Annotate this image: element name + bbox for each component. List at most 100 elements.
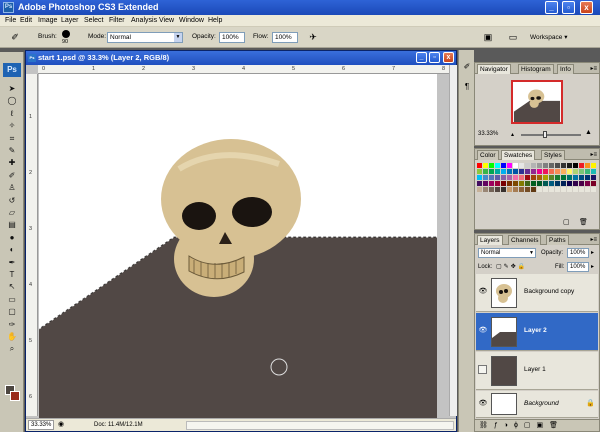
crop-tool-icon[interactable]: ⌗ <box>6 134 18 144</box>
notes-tool-icon[interactable]: ▢ <box>6 307 18 317</box>
tab-navigator[interactable]: Navigator <box>477 64 511 74</box>
blend-mode-select[interactable]: Normal ▼ <box>478 248 536 258</box>
menu-filter[interactable]: Filter <box>109 16 125 26</box>
vertical-scrollbar[interactable] <box>449 65 457 416</box>
file-browser-icon[interactable]: ▭ <box>506 31 520 44</box>
slice-tool-icon[interactable]: ✎ <box>6 146 18 156</box>
app-title: Adobe Photoshop CS3 Extended <box>18 2 159 12</box>
menu-image[interactable]: Image <box>38 16 57 26</box>
new-swatch-icon[interactable]: ▢ <box>563 218 570 226</box>
workspace-menu[interactable]: Workspace ▾ <box>530 33 567 41</box>
tab-swatches[interactable]: Swatches <box>501 150 536 160</box>
clone-stamp-tool-icon[interactable]: ♙ <box>6 183 18 193</box>
flow-input[interactable]: 100% <box>272 32 298 43</box>
lasso-tool-icon[interactable]: ℓ <box>6 109 18 119</box>
tab-info[interactable]: Info <box>557 64 574 74</box>
layer-name: Layer 1 <box>524 366 546 373</box>
ps-logo[interactable]: Ps <box>3 63 21 77</box>
navigator-zoom[interactable]: 33.33% <box>478 131 498 137</box>
gradient-tool-icon[interactable]: ▤ <box>6 220 18 230</box>
tab-histogram[interactable]: Histogram <box>518 64 554 74</box>
minimize-button[interactable]: _ <box>545 1 558 14</box>
airbrush-icon[interactable]: ✈ <box>306 31 320 44</box>
shape-tool-icon[interactable]: ▭ <box>6 295 18 305</box>
layer-row-layer-1[interactable]: Layer 1 <box>476 352 598 390</box>
lock-options-icon[interactable]: ▢✎✥🔒 <box>496 263 527 270</box>
panel-menu-icon[interactable]: ▸≡ <box>590 65 597 72</box>
navigator-zoom-slider[interactable] <box>521 131 581 138</box>
doc-size-info[interactable]: Doc: 11.4M/12.1M <box>94 422 143 428</box>
menu-window[interactable]: Window <box>179 16 204 26</box>
eye-icon[interactable]: 👁 <box>478 326 488 336</box>
palette-well-icon[interactable]: ▣ <box>481 31 495 44</box>
tab-paths[interactable]: Paths <box>546 235 569 245</box>
brush-preset-icon[interactable]: ✐ <box>8 31 22 44</box>
canvas[interactable] <box>39 74 437 419</box>
menu-analysis[interactable]: Analysis <box>131 16 157 26</box>
eraser-tool-icon[interactable]: ▱ <box>6 208 18 218</box>
zoom-level-input[interactable]: 33.33% <box>28 420 54 430</box>
menu-select[interactable]: Select <box>84 16 103 26</box>
brushes-palette-icon[interactable]: ✐ <box>462 62 472 72</box>
type-tool-icon[interactable]: T <box>6 270 18 280</box>
doc-maximize-button[interactable]: ▫ <box>429 52 440 63</box>
move-tool-icon[interactable]: ➤ <box>6 84 18 94</box>
layer-opacity-input[interactable]: 100% <box>567 248 589 258</box>
delete-swatch-icon[interactable]: 🗑 <box>579 218 588 226</box>
tab-channels[interactable]: Channels <box>508 235 542 245</box>
slider-knob[interactable] <box>543 131 548 138</box>
ruler-tick-label: 5 <box>29 338 33 344</box>
paragraph-palette-icon[interactable]: ¶ <box>462 82 472 92</box>
tab-color[interactable]: Color <box>477 150 499 160</box>
close-button[interactable]: x <box>580 1 593 14</box>
app-title-bar: Ps Adobe Photoshop CS3 Extended _ ▫ x <box>0 0 600 15</box>
opacity-arrow-icon[interactable]: ▸ <box>591 249 594 256</box>
status-menu-icon[interactable]: ◉ <box>58 420 64 428</box>
menu-view[interactable]: View <box>159 16 174 26</box>
menu-layer[interactable]: Layer <box>61 16 79 26</box>
ruler-vertical[interactable]: 1 2 3 4 5 6 <box>26 74 38 416</box>
doc-close-button[interactable]: x <box>443 52 454 63</box>
mode-select[interactable]: Normal ▼ <box>107 32 183 43</box>
horizontal-scrollbar[interactable] <box>186 421 454 430</box>
path-selection-tool-icon[interactable]: ↖ <box>6 282 18 292</box>
pen-tool-icon[interactable]: ✒ <box>6 258 18 268</box>
background-color-swatch[interactable] <box>10 391 20 401</box>
panel-menu-icon[interactable]: ▸≡ <box>590 151 597 158</box>
eye-icon[interactable]: 👁 <box>478 287 488 297</box>
brush-tool-icon[interactable]: ✐ <box>6 171 18 181</box>
layer-row-background[interactable]: 👁 Background 🔒 <box>476 391 598 418</box>
layer-row-background-copy[interactable]: 👁 Background copy <box>476 274 598 312</box>
color-swatch[interactable] <box>591 187 597 193</box>
ruler-horizontal[interactable]: 0 1 2 3 4 5 6 7 8 <box>38 65 449 74</box>
menu-file[interactable]: File <box>5 16 16 26</box>
fill-input[interactable]: 100% <box>567 262 589 272</box>
dodge-tool-icon[interactable]: ◐ <box>6 245 18 255</box>
layer-actions-icons[interactable]: ⛓ƒ◑ɸ▢▣🗑 <box>479 421 564 429</box>
navigator-thumbnail[interactable] <box>511 80 563 124</box>
blur-tool-icon[interactable]: ● <box>6 233 18 243</box>
menu-edit[interactable]: Edit <box>20 16 32 26</box>
maximize-button[interactable]: ▫ <box>562 1 575 14</box>
menu-help[interactable]: Help <box>208 16 222 26</box>
collapsed-palette-strip: ✐ ¶ <box>458 50 474 432</box>
doc-minimize-button[interactable]: _ <box>416 52 427 63</box>
history-brush-tool-icon[interactable]: ↺ <box>6 196 18 206</box>
healing-brush-tool-icon[interactable]: ✚ <box>6 158 18 168</box>
zoom-out-icon[interactable]: ▴ <box>511 131 514 138</box>
zoom-in-icon[interactable]: ▲ <box>585 129 592 136</box>
eye-icon[interactable]: 👁 <box>478 399 488 409</box>
marquee-tool-icon[interactable]: ◯ <box>6 96 18 106</box>
hand-tool-icon[interactable]: ✋ <box>6 332 18 342</box>
zoom-tool-icon[interactable]: ⌕ <box>6 344 18 354</box>
tab-styles[interactable]: Styles <box>541 150 565 160</box>
magic-wand-tool-icon[interactable]: ✧ <box>6 121 18 131</box>
fill-arrow-icon[interactable]: ▸ <box>591 263 594 270</box>
brush-preview-icon[interactable] <box>62 30 70 38</box>
visibility-toggle[interactable] <box>478 365 487 374</box>
eyedropper-tool-icon[interactable]: ✑ <box>6 320 18 330</box>
layer-row-layer-2[interactable]: 👁 Layer 2 <box>476 313 598 351</box>
panel-menu-icon[interactable]: ▸≡ <box>590 236 597 243</box>
opacity-input[interactable]: 100% <box>219 32 245 43</box>
tab-layers[interactable]: Layers <box>477 235 503 245</box>
